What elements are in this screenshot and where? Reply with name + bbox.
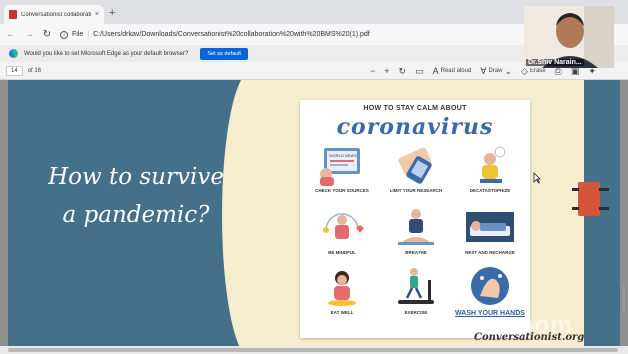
read-aloud-label: Read aloud <box>440 68 472 74</box>
washing-hands-illustration <box>471 267 509 305</box>
tab-title: Conversationist collaboration w <box>21 11 91 18</box>
zoom-watermark: zoom <box>506 312 573 339</box>
erase-label: Erase <box>529 68 546 74</box>
tip-limit-research: LIMIT YOUR RESEARCH <box>380 144 452 193</box>
pdf-viewport[interactable]: How to survive a pandemic? HOW TO STAY C… <box>0 80 628 346</box>
draw-button[interactable]: ∀ Draw ⌄ <box>480 66 512 76</box>
tip-label: EXERCISE <box>404 310 428 315</box>
url-field[interactable]: i File | C:/Users/drkav/Downloads/Conver… <box>60 30 370 39</box>
address-file-label: File <box>72 31 84 38</box>
coronavirus-poster: HOW TO STAY CALM ABOUT coronavirus WORLD… <box>300 100 530 338</box>
page-number-input[interactable]: 14 <box>6 66 23 76</box>
page-total: of 16 <box>27 68 42 74</box>
zoom-in-button[interactable]: + <box>384 66 389 76</box>
phone-hand-illustration <box>398 147 432 184</box>
back-arrow-icon[interactable]: ← <box>6 29 16 40</box>
poster-subtitle: HOW TO STAY CALM ABOUT <box>363 105 467 112</box>
edge-logo-icon <box>9 49 18 58</box>
tip-label: CHECK YOUR SOURCES <box>315 188 369 193</box>
tip-label: EAT WELL <box>330 310 354 315</box>
tip-eat-well: EAT WELL <box>306 266 378 315</box>
infobar-message: Would you like to set Microsoft Edge as … <box>24 50 189 57</box>
thinking-person-illustration <box>480 146 506 183</box>
mindful-person-illustration <box>323 213 364 239</box>
sleeping-person-illustration <box>466 212 514 242</box>
draw-label: Draw <box>488 68 503 74</box>
tip-wash-hands: WASH YOUR HANDS <box>454 266 526 317</box>
tip-rest-recharge: REST AND RECHARGE <box>454 206 526 255</box>
chevron-down-icon[interactable]: ⌄ <box>505 66 513 76</box>
read-aloud-icon: A <box>432 66 439 76</box>
mouse-cursor-icon <box>533 172 541 184</box>
slide-curve <box>222 80 272 346</box>
info-icon[interactable]: i <box>60 30 68 39</box>
hanging-sign-icon <box>572 182 609 216</box>
tip-be-mindful: BE MINDFUL <box>306 206 378 255</box>
slide-headline: How to survive a pandemic? <box>46 158 226 234</box>
meditating-person-illustration <box>398 209 434 245</box>
horizontal-scrollbar[interactable] <box>0 346 628 354</box>
news-screen-illustration: WORLD NEWS <box>320 148 360 186</box>
pdf-page: How to survive a pandemic? HOW TO STAY C… <box>8 80 620 346</box>
tip-exercise: EXERCISE <box>380 266 452 315</box>
close-tab-icon[interactable]: × <box>95 11 99 18</box>
tip-label: REST AND RECHARGE <box>465 250 515 255</box>
tip-label: DECATASTOPHIZE <box>469 188 511 193</box>
poster-title: coronavirus <box>336 114 494 140</box>
rotate-icon[interactable]: ↻ <box>399 66 407 76</box>
address-url[interactable]: C:/Users/drkav/Downloads/Conversationist… <box>93 31 370 38</box>
treadmill-person-illustration <box>398 268 434 304</box>
tip-label: LIMIT YOUR RESEARCH <box>389 188 443 193</box>
fit-page-icon[interactable]: ▭ <box>415 66 424 76</box>
browser-tab[interactable]: Conversationist collaboration w × <box>4 5 104 24</box>
pdf-file-icon <box>9 10 17 19</box>
headline-line-1: How to survive <box>48 164 224 190</box>
forward-arrow-icon[interactable]: → <box>24 29 34 40</box>
refresh-icon[interactable]: ↻ <box>42 29 52 40</box>
new-tab-button[interactable]: + <box>109 7 115 19</box>
speaker-video[interactable]: Dr.Shiv Narain... <box>524 6 614 68</box>
eating-person-illustration <box>328 271 356 306</box>
speaker-name: Dr.Shiv Narain... <box>526 59 584 66</box>
poster-news-text: WORLD NEWS <box>329 153 357 158</box>
zoom-out-button[interactable]: − <box>370 66 375 76</box>
tip-label: BE MINDFUL <box>328 250 356 255</box>
set-as-default-button[interactable]: Set as default <box>200 47 248 60</box>
page-navigator: 14 of 16 <box>6 66 41 76</box>
tip-decatastophize: DECATASTOPHIZE <box>454 144 526 193</box>
draw-icon: ∀ <box>480 66 487 76</box>
read-aloud-button[interactable]: A Read aloud <box>433 66 472 76</box>
tip-check-sources: WORLD NEWS CHECK YOUR SOURCES <box>306 144 378 193</box>
tip-breathe: BREATHE <box>380 206 452 255</box>
horizontal-scrollbar-thumb[interactable] <box>8 348 618 352</box>
headline-line-2: a pandemic? <box>62 202 210 228</box>
url-separator: | <box>87 31 90 38</box>
tip-label: BREATHE <box>405 250 427 255</box>
vertical-scrollbar-thumb[interactable] <box>622 286 625 312</box>
